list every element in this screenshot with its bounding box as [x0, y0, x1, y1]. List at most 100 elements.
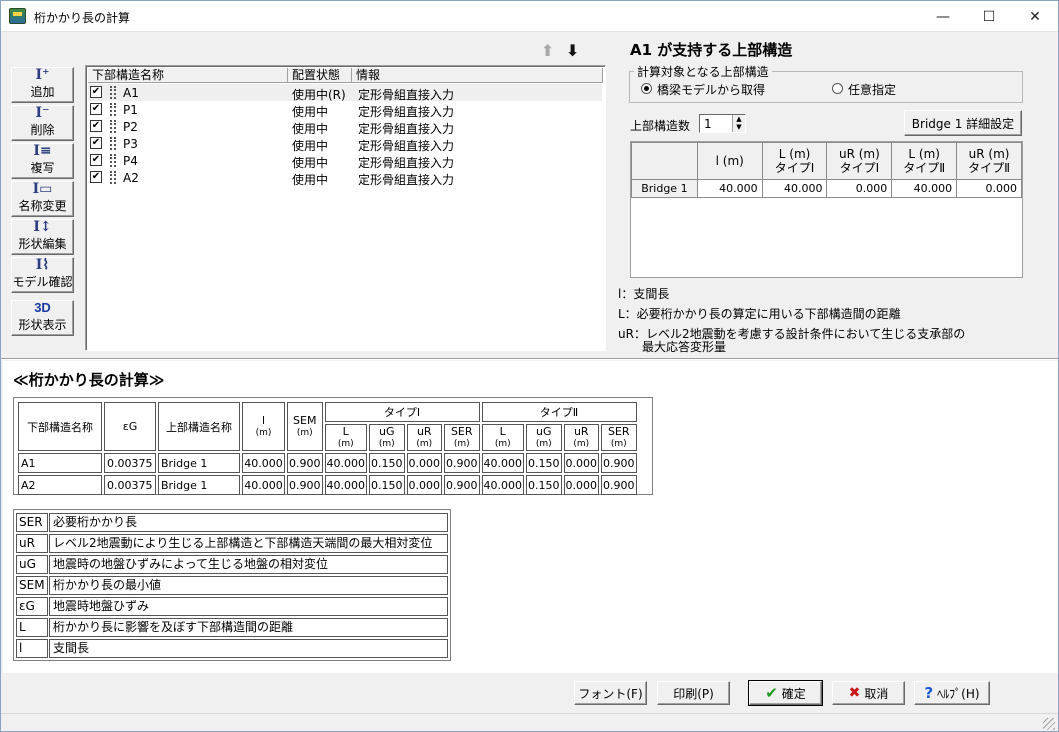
font-button[interactable]: フォント(F) — [574, 681, 647, 705]
table-row: A1 0.00375 Bridge 1 40.000 0.900 40.000 … — [18, 453, 637, 473]
3d-shape-button-label: 形状表示 — [18, 318, 67, 332]
bridge-detail-button[interactable]: Bridge 1 詳細設定 — [904, 110, 1022, 136]
cell-value: 0.150 — [526, 453, 562, 473]
add-button[interactable]: I⁺ 追加 — [11, 67, 74, 103]
row-name: A2 — [123, 171, 139, 185]
model-check-button[interactable]: I⌇ モデル確認 — [11, 257, 74, 293]
substructure-list[interactable]: 下部構造名称 配置状態 情報 ✔ A1 使用中(R) 定形骨組直接入力 ✔ P1… — [85, 65, 606, 351]
copy-button-label: 複写 — [30, 161, 55, 175]
th-type1: タイプⅠ — [324, 402, 480, 422]
row-checkbox[interactable]: ✔ — [90, 103, 102, 115]
row-checkbox[interactable]: ✔ — [90, 120, 102, 132]
cell-value: 0.900 — [287, 453, 323, 473]
cell-value: 0.900 — [444, 453, 480, 473]
window-title: 桁かかり長の計算 — [34, 11, 131, 25]
list-item[interactable]: ✔ A1 使用中(R) 定形骨組直接入力 — [88, 84, 602, 102]
title-bar: 桁かかり長の計算 — ☐ ✕ — [1, 1, 1058, 32]
shape-edit-button-label: 形状編集 — [18, 237, 67, 251]
grid-row[interactable]: Bridge 1 40.000 40.000 0.000 40.000 0.00… — [631, 179, 1022, 198]
superstructure-count-spinner[interactable]: 1 ▲ ▼ — [699, 114, 746, 133]
grid-cell[interactable]: 40.000 — [891, 179, 958, 198]
row-checkbox[interactable]: ✔ — [90, 137, 102, 149]
th-epsilon: εG — [104, 402, 156, 451]
row-checkbox[interactable]: ✔ — [90, 86, 102, 98]
pier-icon — [110, 103, 116, 116]
pier-icon — [110, 86, 116, 99]
symbol-key: SEM — [16, 576, 48, 595]
list-item[interactable]: ✔ P2 使用中 定形骨組直接入力 — [88, 118, 602, 136]
grid-header-L1: L (m) タイプⅠ — [761, 142, 828, 180]
move-down-arrow-icon[interactable]: ⬇ — [566, 41, 579, 60]
list-item[interactable]: ✔ A2 使用中 定形骨組直接入力 — [88, 169, 602, 187]
grid-cell[interactable]: 40.000 — [696, 179, 763, 198]
list-item[interactable]: ✔ P4 使用中 定形骨組直接入力 — [88, 152, 602, 170]
symbol-desc: 桁かかり長に影響を及ぼす下部構造間の距離 — [49, 618, 448, 637]
grid-cell[interactable]: 40.000 — [761, 179, 828, 198]
calc-table: 下部構造名称 εG 上部構造名称 l (m) SEM (m) タイプⅠ タイプⅡ L… — [16, 400, 639, 497]
radio-from-model-label[interactable]: 橋梁モデルから取得 — [657, 81, 765, 98]
help-button[interactable]: ? ﾍﾙﾌﾟ(H) — [914, 681, 990, 705]
table-row: A2 0.00375 Bridge 1 40.000 0.900 40.000 … — [18, 475, 637, 495]
superstructure-grid[interactable]: l (m) L (m) タイプⅠ uR (m) タイプⅠ L (m) タイプⅡ uR … — [630, 141, 1023, 278]
grid-cell[interactable]: 0.000 — [826, 179, 893, 198]
3d-icon: 3D — [34, 300, 51, 315]
add-button-label: 追加 — [30, 85, 55, 99]
radio-manual[interactable] — [832, 83, 843, 94]
move-up-arrow-icon[interactable]: ⬆ — [541, 41, 554, 60]
window: 桁かかり長の計算 — ☐ ✕ I⁺ 追加 I⁻ 削除 I≡ 複写 I▭ 名称変更… — [0, 0, 1059, 732]
symbol-desc: 支間長 — [49, 639, 448, 658]
superstructure-count-value[interactable]: 1 — [704, 117, 712, 131]
3d-shape-button[interactable]: 3D 形状表示 — [11, 300, 74, 336]
delete-button[interactable]: I⁻ 削除 — [11, 105, 74, 141]
th-uG2: uG (m) — [526, 424, 562, 451]
model-check-icon: I⌇ — [35, 257, 50, 273]
grid-row-name[interactable]: Bridge 1 — [631, 179, 698, 198]
grid-header-L2: L (m) タイプⅡ — [891, 142, 958, 180]
symbol-key: εG — [16, 597, 48, 616]
copy-button[interactable]: I≡ 複写 — [11, 143, 74, 179]
list-item[interactable]: ✔ P1 使用中 定形骨組直接入力 — [88, 101, 602, 119]
th-superstructure: 上部構造名称 — [158, 402, 240, 451]
maximize-button[interactable]: ☐ — [966, 1, 1012, 32]
pier-icon — [110, 120, 116, 133]
list-item[interactable]: ✔ P3 使用中 定形骨組直接入力 — [88, 135, 602, 153]
header-placement-status[interactable]: 配置状態 — [288, 68, 352, 83]
th-sem: SEM (m) — [287, 402, 323, 451]
th-SER2: SER (m) — [601, 424, 637, 451]
cell-value: 40.000 — [324, 475, 367, 495]
cell-value: 40.000 — [242, 475, 285, 495]
spinner-arrows[interactable]: ▲ ▼ — [732, 115, 745, 132]
pier-icon — [110, 171, 116, 184]
radio-manual-label[interactable]: 任意指定 — [848, 81, 896, 98]
row-checkbox[interactable]: ✔ — [90, 171, 102, 183]
ok-button[interactable]: ✔ 確定 — [749, 681, 822, 705]
legend-uR-cont: 最大応答変形量 — [618, 340, 727, 354]
close-button[interactable]: ✕ — [1012, 1, 1058, 32]
splitter[interactable] — [1, 358, 1058, 360]
minimize-button[interactable]: — — [920, 1, 966, 32]
cell-value: 0.900 — [444, 475, 480, 495]
add-substructure-icon: I⁺ — [35, 67, 50, 83]
grid-cell[interactable]: 0.000 — [956, 179, 1022, 198]
symbol-legend: SER 必要桁かかり長 uR レベル2地震動により生じる上部構造と下部構造天端間… — [13, 509, 451, 661]
resize-grip-icon[interactable] — [1043, 718, 1055, 730]
cancel-button[interactable]: ✖ 取消 — [832, 681, 905, 705]
shape-edit-button[interactable]: I↕ 形状編集 — [11, 219, 74, 255]
question-icon: ? — [924, 684, 934, 702]
radio-from-model[interactable] — [641, 83, 652, 94]
app-icon — [9, 8, 26, 24]
print-button[interactable]: 印刷(P) — [657, 681, 730, 705]
superstructure-count-label: 上部構造数 — [630, 119, 691, 133]
spin-up-icon[interactable]: ▲ — [733, 115, 745, 123]
row-checkbox[interactable]: ✔ — [90, 154, 102, 166]
cancel-button-label: 取消 — [864, 686, 889, 701]
superstructure-title: A1 が支持する上部構造 — [630, 41, 793, 59]
spin-down-icon[interactable]: ▼ — [733, 123, 745, 131]
header-info[interactable]: 情報 — [352, 68, 603, 83]
model-check-button-label: モデル確認 — [12, 275, 73, 289]
th-substructure: 下部構造名称 — [18, 402, 102, 451]
cell-value: 40.000 — [324, 453, 367, 473]
header-substructure-name[interactable]: 下部構造名称 — [88, 68, 288, 83]
symbol-key: SER — [16, 513, 48, 532]
rename-button[interactable]: I▭ 名称変更 — [11, 181, 74, 217]
